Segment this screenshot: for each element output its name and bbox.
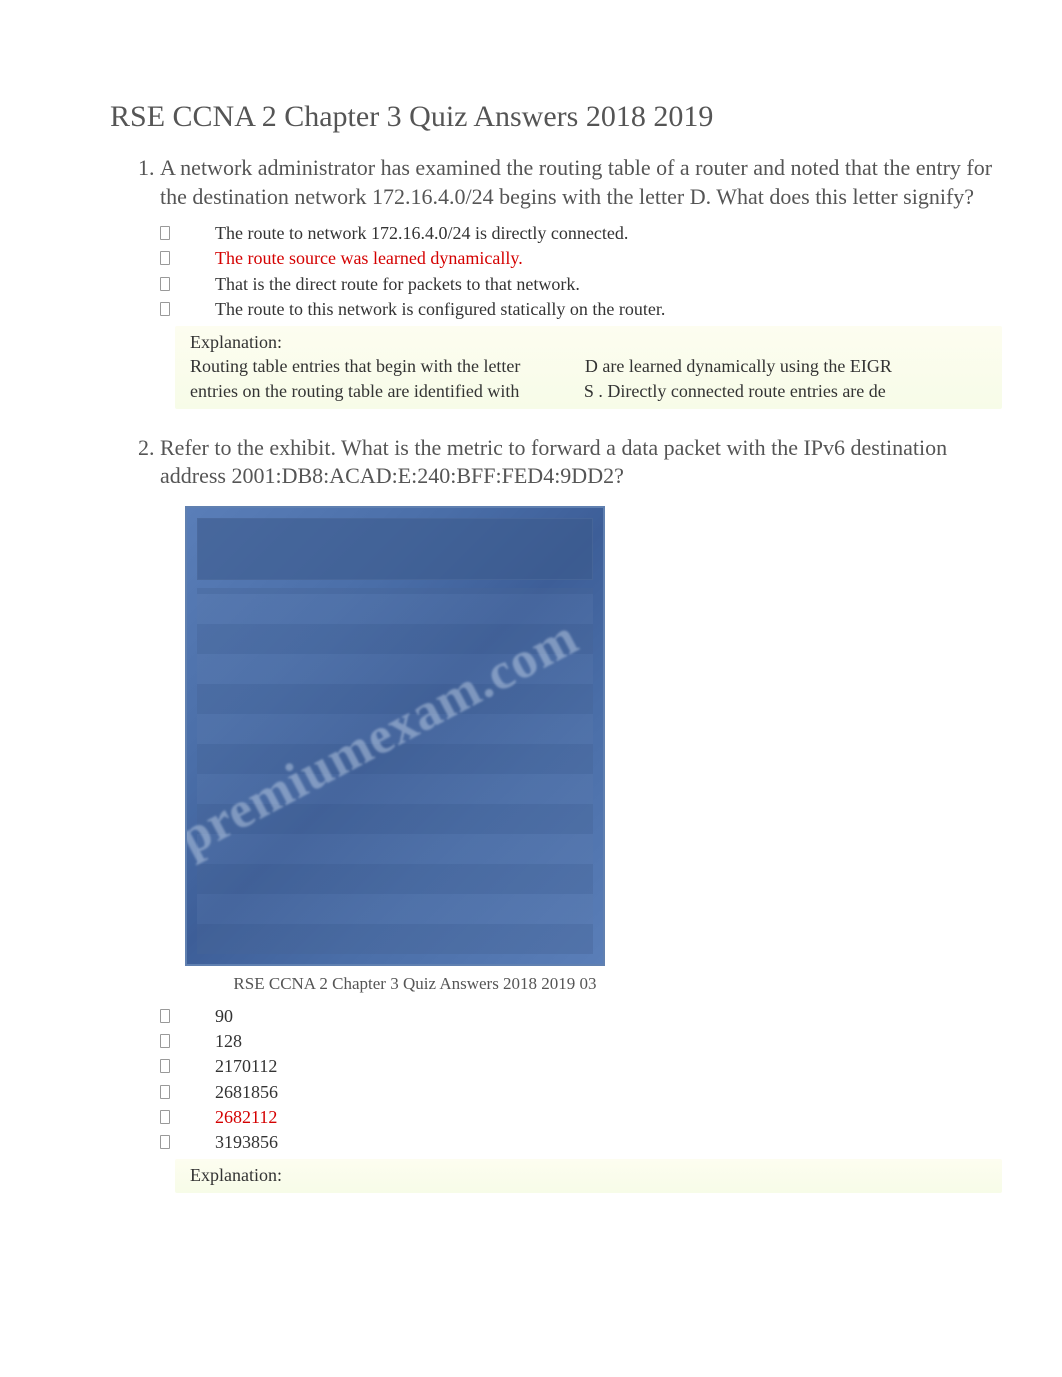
option-item: 2170112 xyxy=(160,1054,1002,1079)
explanation-label: Explanation: xyxy=(190,330,987,354)
page-title: RSE CCNA 2 Chapter 3 Quiz Answers 2018 2… xyxy=(110,100,1002,134)
option-item: 2681856 xyxy=(160,1080,1002,1105)
explanation-box: Explanation: xyxy=(175,1159,1002,1193)
exhibit-container: premiumexam.com RSE CCNA 2 Chapter 3 Qui… xyxy=(185,506,1002,994)
options-list: 90 128 2170112 2681856 2682112 3193856 xyxy=(160,1004,1002,1155)
option-item: The route to network 172.16.4.0/24 is di… xyxy=(160,221,1002,246)
option-item: 128 xyxy=(160,1029,1002,1054)
option-item: 90 xyxy=(160,1004,1002,1029)
question-text: Refer to the exhibit. What is the metric… xyxy=(160,434,1002,491)
question-item-1: A network administrator has examined the… xyxy=(160,154,1002,409)
question-item-2: Refer to the exhibit. What is the metric… xyxy=(160,434,1002,1194)
explanation-text: entries on the routing table are identif… xyxy=(190,381,519,401)
explanation-text: Routing table entries that begin with th… xyxy=(190,356,520,376)
explanation-letter-s: S xyxy=(584,381,594,401)
explanation-text: are learned dynamically using the EIGR xyxy=(602,356,891,376)
option-item: The route to this network is configured … xyxy=(160,297,1002,322)
option-item: 3193856 xyxy=(160,1130,1002,1155)
option-item-correct: 2682112 xyxy=(160,1105,1002,1130)
exhibit-image: premiumexam.com xyxy=(185,506,605,966)
explanation-text: . Directly connected route entries are d… xyxy=(598,381,885,401)
watermark-text: premiumexam.com xyxy=(185,607,588,867)
exhibit-caption: RSE CCNA 2 Chapter 3 Quiz Answers 2018 2… xyxy=(185,974,645,994)
question-list: A network administrator has examined the… xyxy=(110,154,1002,1193)
options-list: The route to network 172.16.4.0/24 is di… xyxy=(160,221,1002,322)
explanation-box: Explanation: Routing table entries that … xyxy=(175,326,1002,409)
option-item-correct: The route source was learned dynamically… xyxy=(160,246,1002,271)
explanation-label: Explanation: xyxy=(190,1163,987,1187)
explanation-letter-d: D xyxy=(585,356,598,376)
question-text: A network administrator has examined the… xyxy=(160,154,1002,211)
option-item: That is the direct route for packets to … xyxy=(160,272,1002,297)
